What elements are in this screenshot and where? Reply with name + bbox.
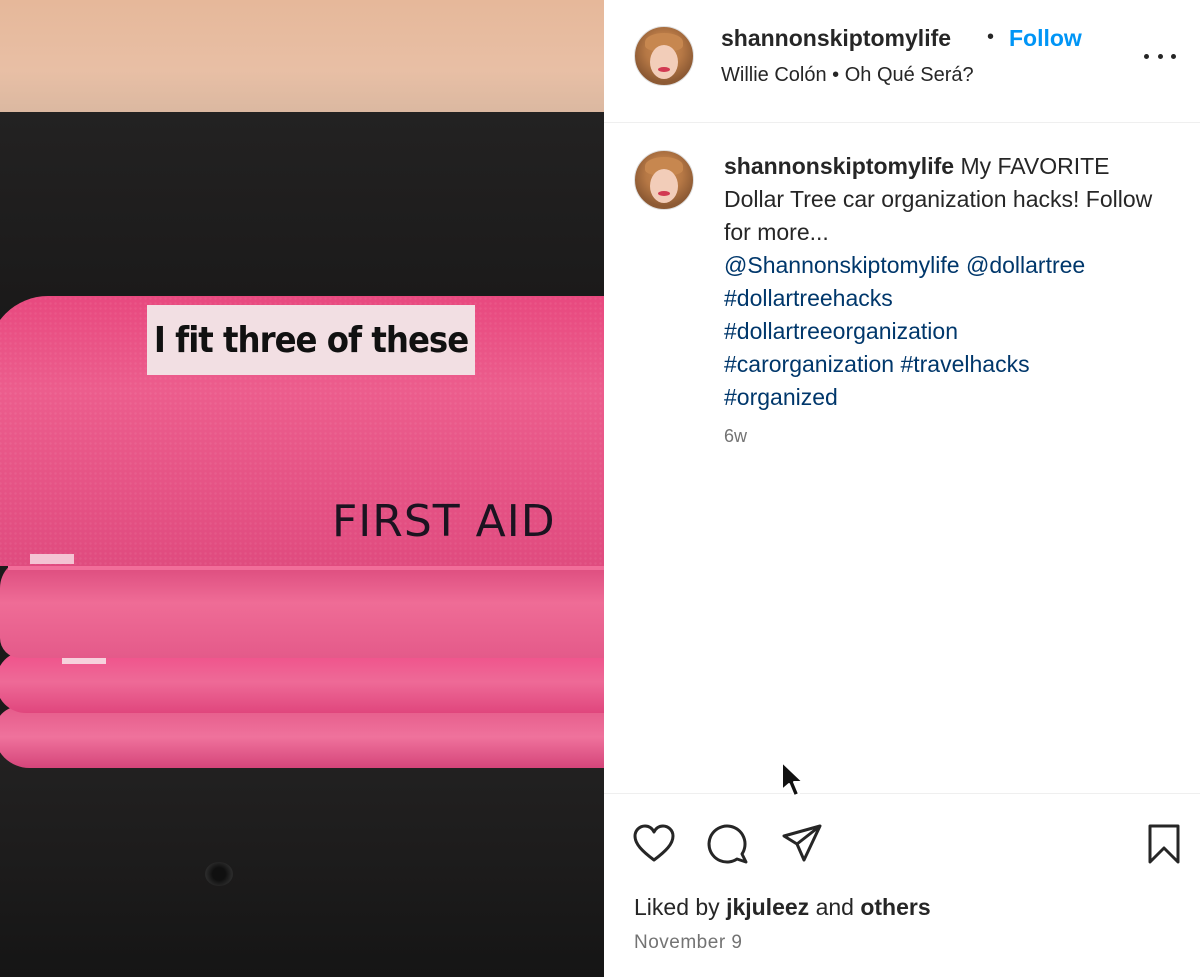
bag-label-text: FIRST AID	[332, 496, 556, 547]
author-avatar[interactable]	[634, 26, 694, 86]
follow-button[interactable]: Follow	[1009, 25, 1082, 52]
hashtag-link[interactable]: #carorganization	[724, 351, 894, 377]
likes-summary: Liked by jkjuleez and others	[634, 894, 931, 920]
post-details-panel: shannonskiptomylife • Follow Willie Coló…	[604, 0, 1200, 977]
post-header: shannonskiptomylife • Follow Willie Coló…	[604, 0, 1200, 123]
hashtag-link[interactable]: #dollartreeorganization	[724, 318, 958, 344]
share-icon[interactable]	[780, 822, 824, 866]
caption-author-avatar[interactable]	[634, 150, 694, 210]
mention-link[interactable]: @Shannonskiptomylife	[724, 252, 960, 278]
liker-username[interactable]: jkjuleez	[726, 894, 809, 920]
heart-icon[interactable]	[632, 822, 676, 866]
mouse-cursor-icon	[781, 761, 804, 797]
post-media[interactable]: FIRST AID I fit three of these	[0, 0, 604, 977]
video-overlay-caption: I fit three of these	[147, 305, 475, 375]
comment-icon[interactable]	[706, 822, 750, 866]
post-date[interactable]: November 9	[634, 932, 743, 954]
audio-attribution[interactable]: Willie Colón • Oh Qué Será?	[721, 64, 974, 87]
hashtag-link[interactable]: #organized	[724, 384, 838, 410]
overlay-caption-text: I fit three of these	[153, 319, 469, 361]
likes-others-link[interactable]: others	[860, 894, 930, 920]
header-separator: •	[987, 26, 995, 48]
caption-username[interactable]: shannonskiptomylife	[724, 153, 954, 179]
mention-link[interactable]: @dollartree	[966, 252, 1085, 278]
more-horizontal-icon[interactable]	[1144, 50, 1176, 62]
hashtag-link[interactable]: #travelhacks	[900, 351, 1029, 377]
background-wall	[0, 0, 604, 118]
hashtag-link[interactable]: #dollartreehacks	[724, 285, 893, 311]
post-actions-bar: Liked by jkjuleez and others November 9	[604, 793, 1200, 978]
car-seat-backdrop	[0, 112, 604, 322]
bookmark-icon[interactable]	[1142, 822, 1186, 866]
post-caption: shannonskiptomylife My FAVORITE Dollar T…	[724, 150, 1164, 414]
caption-timestamp[interactable]: 6w	[724, 426, 747, 447]
author-username[interactable]: shannonskiptomylife	[721, 25, 951, 52]
floor-bolt	[205, 862, 233, 886]
